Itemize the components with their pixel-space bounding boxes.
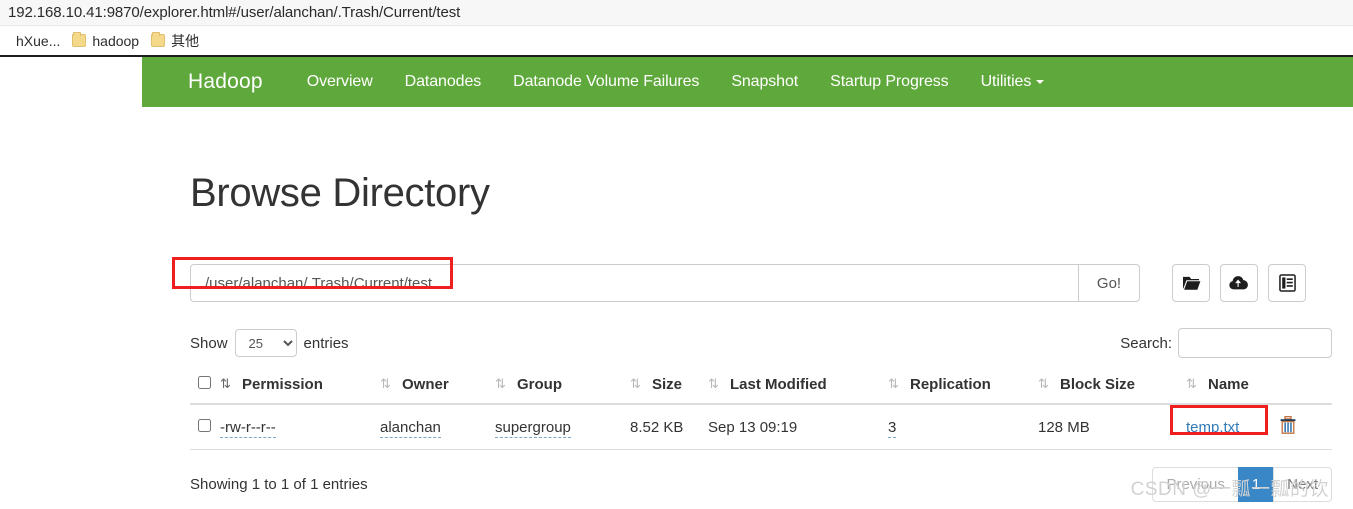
sort-icon: ⇅	[495, 376, 506, 391]
table-header-row: ⇅ Permission ⇅ Owner ⇅ Group ⇅ Size ⇅ Last Mo…	[190, 370, 1332, 405]
replication-value[interactable]: 3	[888, 418, 897, 438]
sort-icon: ⇅	[380, 376, 391, 391]
path-bar-row: Go!	[172, 257, 1332, 302]
permission-value[interactable]: -rw-r--r--	[220, 418, 276, 438]
row-checkbox[interactable]	[198, 418, 211, 432]
files-table: ⇅ Permission ⇅ Owner ⇅ Group ⇅ Size ⇅ Last Mo…	[190, 370, 1332, 450]
path-input[interactable]	[190, 264, 1078, 302]
group-value[interactable]: supergroup	[495, 418, 571, 438]
column-header-size[interactable]: ⇅ Size	[630, 370, 708, 405]
column-label: Permission	[242, 376, 323, 393]
column-label: Owner	[402, 376, 449, 393]
column-header-group[interactable]: ⇅ Group	[495, 370, 630, 405]
entries-label: entries	[303, 334, 349, 352]
table-info: Showing 1 to 1 of 1 entries	[190, 476, 368, 494]
delete-file-button[interactable]	[1280, 415, 1296, 438]
upload-file-button[interactable]	[1220, 264, 1258, 302]
page-area: Hadoop Overview Datanodes Datanode Volum…	[0, 55, 1353, 509]
cell-last-modified: Sep 13 09:19	[708, 404, 888, 450]
cut-paste-button[interactable]	[1268, 264, 1306, 302]
column-header-owner[interactable]: ⇅ Owner	[380, 370, 495, 405]
folder-icon	[72, 32, 87, 47]
sort-icon: ⇅	[708, 376, 719, 391]
cell-group: supergroup	[495, 404, 630, 450]
files-table-body: -rw-r--r-- alanchan supergroup 8.52 KB S…	[190, 404, 1332, 450]
bookmark-item-1[interactable]: hadoop	[70, 31, 149, 51]
column-header-name[interactable]: ⇅ Name	[1186, 370, 1280, 405]
nav-link-overview[interactable]: Overview	[291, 73, 389, 91]
cell-block-size: 128 MB	[1038, 404, 1186, 450]
cut-paste-icon	[1278, 274, 1296, 292]
folder-icon	[151, 32, 166, 47]
new-directory-button[interactable]	[1172, 264, 1210, 302]
column-header-replication[interactable]: ⇅ Replication	[888, 370, 1038, 405]
nav-link-utilities-label: Utilities	[980, 73, 1032, 90]
row-select-cell[interactable]	[190, 404, 220, 450]
tool-buttons	[1172, 264, 1306, 302]
file-name-link[interactable]: temp.txt	[1186, 419, 1239, 436]
bookmark-label: hXue...	[16, 32, 61, 49]
sort-icon: ⇅	[888, 376, 899, 391]
cell-name: temp.txt	[1170, 404, 1280, 450]
sort-icon: ⇅	[1186, 376, 1197, 391]
search-input[interactable]	[1178, 328, 1332, 358]
sort-icon: ⇅	[220, 376, 231, 391]
column-label: Size	[652, 376, 683, 393]
bookmark-item-2[interactable]: 其他	[149, 29, 209, 53]
length-control: Show 25 50 100 entries	[190, 329, 349, 357]
table-row: -rw-r--r-- alanchan supergroup 8.52 KB S…	[190, 404, 1332, 450]
main-container: Browse Directory Go!	[172, 107, 1332, 503]
select-all-checkbox[interactable]	[198, 376, 211, 389]
search-control: Search:	[1120, 328, 1332, 358]
table-controls: Show 25 50 100 entries Search:	[190, 328, 1332, 358]
bookmark-label: 其他	[171, 32, 200, 49]
sort-icon: ⇅	[630, 376, 641, 391]
nav-link-snapshot[interactable]: Snapshot	[715, 73, 814, 91]
page-length-select[interactable]: 25 50 100	[234, 329, 297, 357]
cell-owner: alanchan	[380, 404, 495, 450]
cell-actions	[1280, 404, 1332, 450]
column-label: Replication	[910, 376, 991, 393]
column-header-permission[interactable]: ⇅ Permission	[220, 370, 380, 405]
cell-replication: 3	[888, 404, 1038, 450]
bookmark-item-0[interactable]: hXue...	[0, 31, 70, 51]
nav-link-datanode-volume-failures[interactable]: Datanode Volume Failures	[497, 73, 715, 91]
cell-size: 8.52 KB	[630, 404, 708, 450]
cell-permission: -rw-r--r--	[220, 404, 380, 450]
bookmark-label: hadoop	[92, 32, 140, 49]
upload-file-icon	[1229, 276, 1248, 290]
search-label: Search:	[1120, 334, 1172, 352]
column-label: Name	[1208, 376, 1249, 393]
column-header-last-modified[interactable]: ⇅ Last Modified	[708, 370, 888, 405]
column-label: Last Modified	[730, 376, 827, 393]
show-label: Show	[190, 334, 228, 352]
column-header-actions	[1280, 370, 1332, 405]
sort-icon: ⇅	[1038, 376, 1049, 391]
bookmark-bar: hXue... hadoop 其他	[0, 26, 1353, 55]
path-input-group: Go!	[172, 257, 1140, 302]
navbar: Hadoop Overview Datanodes Datanode Volum…	[142, 57, 1353, 107]
column-label: Group	[517, 376, 562, 393]
browser-chrome: 192.168.10.41:9870/explorer.html#/user/a…	[0, 0, 1353, 55]
browser-url-bar[interactable]: 192.168.10.41:9870/explorer.html#/user/a…	[0, 0, 1353, 26]
files-table-head: ⇅ Permission ⇅ Owner ⇅ Group ⇅ Size ⇅ Last Mo…	[190, 370, 1332, 405]
watermark: CSDN @一瓢一瓢的饮	[1130, 479, 1329, 500]
navbar-brand[interactable]: Hadoop	[188, 70, 291, 94]
chevron-down-icon	[1036, 79, 1045, 84]
page-title: Browse Directory	[190, 171, 490, 215]
trash-icon	[1280, 415, 1296, 434]
nav-link-datanodes[interactable]: Datanodes	[389, 73, 498, 91]
column-label: Block Size	[1060, 376, 1136, 393]
header-select-all[interactable]	[190, 370, 220, 405]
go-button[interactable]: Go!	[1078, 264, 1140, 302]
nav-link-startup-progress[interactable]: Startup Progress	[814, 73, 964, 91]
nav-link-utilities[interactable]: Utilities	[965, 73, 1061, 91]
owner-value[interactable]: alanchan	[380, 418, 441, 438]
column-header-block-size[interactable]: ⇅ Block Size	[1038, 370, 1186, 405]
url-text[interactable]: 192.168.10.41:9870/explorer.html#/user/a…	[8, 4, 460, 21]
new-directory-icon	[1182, 276, 1200, 290]
